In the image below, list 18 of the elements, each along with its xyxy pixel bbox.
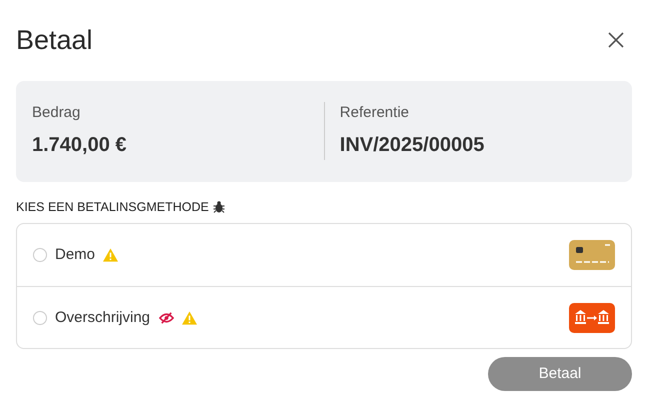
dialog-title: Betaal bbox=[16, 24, 93, 57]
summary-value: 1.740,00 € bbox=[32, 133, 128, 158]
summary-value: INV/2025/00005 bbox=[340, 133, 486, 158]
section-heading: KIES EEN BETALINSGMETHODE bbox=[16, 198, 209, 216]
method-name: Overschrijving bbox=[55, 308, 150, 328]
eye-off-icon bbox=[159, 312, 174, 324]
summary-label: Referentie bbox=[340, 102, 410, 123]
bug-icon bbox=[212, 200, 225, 213]
radio-button[interactable] bbox=[33, 248, 47, 262]
bank-transfer-icon bbox=[569, 302, 615, 333]
method-name: Demo bbox=[55, 245, 96, 265]
credit-card-icon bbox=[569, 240, 615, 270]
payment-method-option[interactable]: Overschrijving bbox=[17, 286, 631, 348]
summary-label: Bedrag bbox=[32, 102, 82, 123]
payment-method-option[interactable]: Demo bbox=[17, 224, 631, 286]
warning-icon bbox=[103, 248, 118, 262]
radio-button[interactable] bbox=[33, 310, 47, 325]
warning-icon bbox=[182, 310, 198, 325]
